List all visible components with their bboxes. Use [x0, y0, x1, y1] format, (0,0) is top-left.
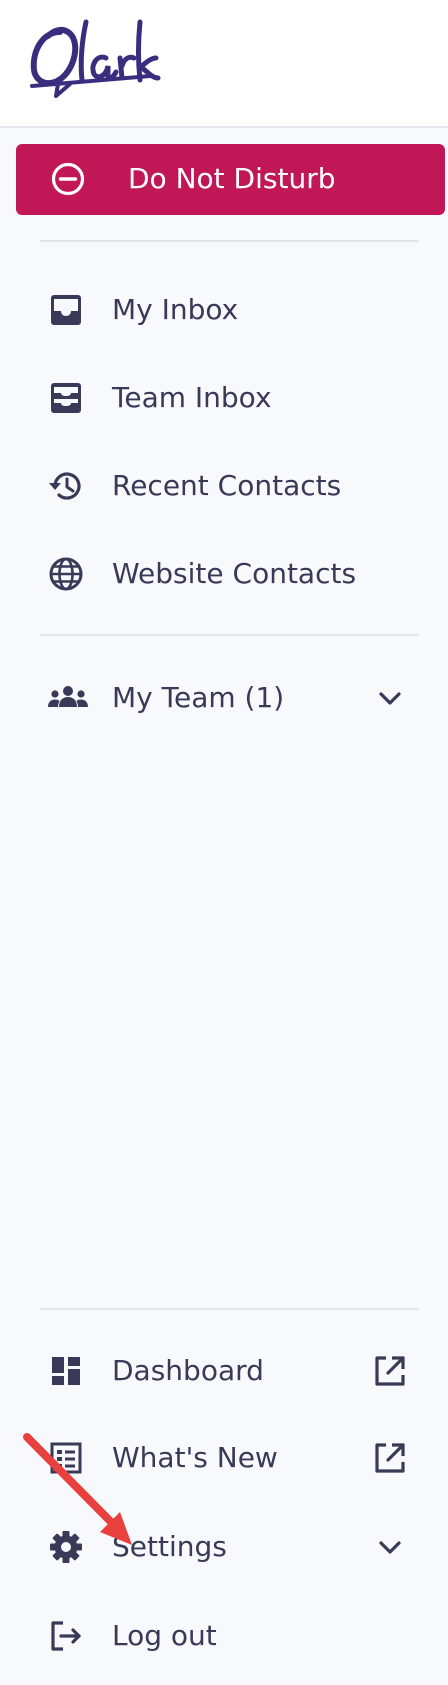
- external-link-icon: [375, 1443, 405, 1473]
- nav-item-website-contacts[interactable]: Website Contacts: [0, 534, 448, 614]
- people-icon: [48, 686, 88, 707]
- nav-item-dashboard[interactable]: Dashboard: [0, 1331, 448, 1411]
- chevron-down-icon[interactable]: [372, 680, 408, 716]
- nav-label: My Inbox: [112, 293, 239, 326]
- nav-label: Team Inbox: [112, 381, 272, 414]
- divider: [40, 1308, 419, 1310]
- history-icon: [49, 472, 81, 500]
- minus-circle-icon: [51, 162, 85, 196]
- nav-item-recent-contacts[interactable]: Recent Contacts: [0, 446, 448, 526]
- external-link-icon: [375, 1356, 405, 1386]
- nav-label: What's New: [112, 1441, 278, 1474]
- divider: [40, 634, 419, 636]
- logout-icon: [51, 1621, 81, 1651]
- inbox-icon: [51, 295, 81, 325]
- nav-item-my-inbox[interactable]: My Inbox: [0, 270, 448, 350]
- nav-label: My Team (1): [112, 681, 285, 714]
- do-not-disturb-button[interactable]: Do Not Disturb: [16, 144, 445, 215]
- nav-item-my-team[interactable]: My Team (1): [0, 658, 448, 738]
- nav-label: Website Contacts: [112, 557, 357, 590]
- nav-item-log-out[interactable]: Log out: [0, 1596, 448, 1676]
- nav-item-settings[interactable]: Settings: [0, 1507, 448, 1587]
- chevron-down-icon[interactable]: [372, 1529, 408, 1565]
- nav-label: Recent Contacts: [112, 469, 342, 502]
- nav-label: Dashboard: [112, 1354, 264, 1387]
- do-not-disturb-label: Do Not Disturb: [128, 162, 336, 195]
- nav-item-team-inbox[interactable]: Team Inbox: [0, 358, 448, 438]
- dashboard-icon: [52, 1357, 80, 1385]
- divider: [40, 240, 419, 242]
- nav-label: Log out: [112, 1619, 217, 1652]
- team-inbox-icon: [51, 383, 81, 413]
- globe-icon: [49, 557, 83, 591]
- nav-label: Settings: [112, 1530, 227, 1563]
- sidebar: Do Not Disturb My Inbox Team Inbox Recen…: [0, 128, 448, 1685]
- nav-item-whats-new[interactable]: What's New: [0, 1418, 448, 1498]
- app-header: [0, 0, 448, 128]
- newspaper-icon: [50, 1442, 82, 1474]
- gear-icon: [50, 1531, 82, 1563]
- olark-logo[interactable]: [28, 18, 168, 100]
